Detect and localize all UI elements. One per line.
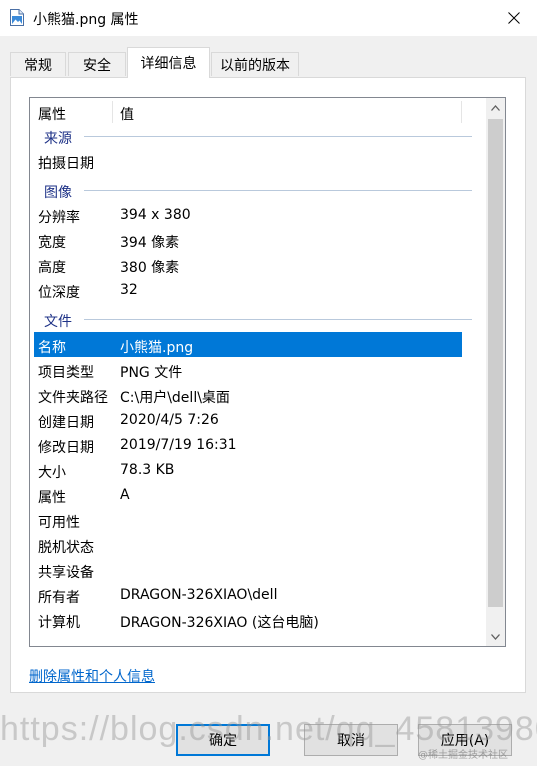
- list-item[interactable]: 大小 78.3 KB: [30, 457, 478, 482]
- property-value: 小熊猫.png: [120, 340, 194, 356]
- property-name: 属性: [38, 490, 66, 506]
- tab-label: 以前的版本: [220, 57, 290, 74]
- tab-security[interactable]: 安全: [68, 52, 126, 76]
- property-value: 2020/4/5 7:26: [120, 412, 219, 428]
- close-icon: [508, 12, 520, 24]
- window-title: 小熊猫.png 属性: [33, 12, 139, 28]
- list-item[interactable]: 所有者 DRAGON-326XIAO\dell: [30, 582, 478, 607]
- scroll-down-button[interactable]: [486, 627, 505, 646]
- property-value: A: [120, 487, 130, 503]
- list-item-selected[interactable]: 名称 小熊猫.png: [34, 332, 462, 357]
- property-name: 拍摄日期: [38, 156, 94, 172]
- group-file[interactable]: 文件: [30, 306, 478, 331]
- property-name: 宽度: [38, 235, 66, 251]
- header-value[interactable]: 值: [120, 104, 134, 124]
- group-divider: [84, 190, 472, 191]
- property-value: DRAGON-326XIAO\dell: [120, 587, 278, 603]
- button-label: 确定: [209, 733, 237, 749]
- property-value: 380 像素: [120, 260, 180, 276]
- tab-general[interactable]: 常规: [10, 52, 66, 76]
- chevron-up-icon: [491, 104, 500, 111]
- list-item[interactable]: 修改日期 2019/7/19 16:31: [30, 432, 478, 457]
- tab-previous-versions[interactable]: 以前的版本: [211, 52, 299, 76]
- button-label: 应用(A): [440, 733, 490, 749]
- list-item[interactable]: 创建日期 2020/4/5 7:26: [30, 407, 478, 432]
- list-item[interactable]: 位深度 32: [30, 277, 478, 302]
- property-name: 修改日期: [38, 440, 94, 456]
- list-item[interactable]: 分辨率 394 x 380: [30, 202, 478, 227]
- property-name: 高度: [38, 260, 66, 276]
- tab-label: 安全: [83, 57, 111, 74]
- property-name: 可用性: [38, 515, 80, 531]
- property-name: 脱机状态: [38, 540, 94, 556]
- close-button[interactable]: [491, 0, 537, 36]
- title-bar: 小熊猫.png 属性: [0, 0, 537, 36]
- group-image[interactable]: 图像: [30, 177, 478, 202]
- property-name: 位深度: [38, 285, 80, 301]
- vertical-scrollbar[interactable]: [486, 98, 505, 646]
- list-item[interactable]: 脱机状态: [30, 532, 478, 557]
- list-item[interactable]: 属性 A: [30, 482, 478, 507]
- apply-button[interactable]: 应用(A): [418, 724, 512, 756]
- property-value: 2019/7/19 16:31: [120, 437, 237, 453]
- property-value: C:\用户\dell\桌面: [120, 390, 230, 406]
- list-item[interactable]: 文件夹路径 C:\用户\dell\桌面: [30, 382, 478, 407]
- tab-details[interactable]: 详细信息: [127, 47, 210, 78]
- list-item[interactable]: 可用性: [30, 507, 478, 532]
- list-item[interactable]: 计算机 DRAGON-326XIAO (这台电脑): [30, 607, 478, 632]
- property-value: DRAGON-326XIAO (这台电脑): [120, 615, 319, 631]
- property-value: 394 x 380: [120, 207, 191, 223]
- property-name: 计算机: [38, 615, 80, 631]
- group-label: 文件: [44, 314, 72, 330]
- button-label: 取消: [337, 733, 365, 749]
- image-file-icon: [10, 9, 24, 26]
- remove-properties-link[interactable]: 删除属性和个人信息: [29, 666, 155, 686]
- tab-label: 详细信息: [140, 56, 197, 72]
- property-name: 共享设备: [38, 565, 94, 581]
- property-value: 32: [120, 282, 138, 298]
- list-item[interactable]: 宽度 394 像素: [30, 227, 478, 252]
- header-property[interactable]: 属性: [38, 104, 66, 124]
- property-value: PNG 文件: [120, 365, 183, 381]
- property-name: 名称: [38, 340, 66, 356]
- ok-button[interactable]: 确定: [176, 724, 270, 756]
- property-name: 文件夹路径: [38, 390, 108, 406]
- group-origin[interactable]: 来源: [30, 123, 478, 148]
- list-item[interactable]: 拍摄日期: [30, 148, 478, 173]
- list-item[interactable]: 共享设备: [30, 557, 478, 582]
- list-header: 属性 值: [30, 98, 478, 126]
- column-divider[interactable]: [461, 101, 462, 123]
- property-name: 项目类型: [38, 365, 94, 381]
- property-name: 分辨率: [38, 210, 80, 226]
- property-name: 大小: [38, 465, 66, 481]
- group-divider: [84, 319, 472, 320]
- list-item[interactable]: 高度 380 像素: [30, 252, 478, 277]
- chevron-down-icon: [491, 633, 500, 640]
- property-name: 所有者: [38, 590, 80, 606]
- scroll-thumb[interactable]: [488, 119, 503, 607]
- column-divider[interactable]: [112, 101, 113, 123]
- scroll-up-button[interactable]: [486, 98, 505, 117]
- group-divider: [84, 136, 472, 137]
- details-list[interactable]: 属性 值 来源 拍摄日期 图像 分辨率 394 x 380 宽度 394 像素 …: [29, 97, 506, 647]
- group-label: 图像: [44, 185, 72, 201]
- tab-label: 常规: [24, 57, 52, 74]
- cancel-button[interactable]: 取消: [304, 724, 398, 756]
- property-value: 78.3 KB: [120, 462, 175, 478]
- property-name: 创建日期: [38, 415, 94, 431]
- group-label: 来源: [44, 131, 72, 147]
- property-value: 394 像素: [120, 235, 180, 251]
- list-item[interactable]: 项目类型 PNG 文件: [30, 357, 478, 382]
